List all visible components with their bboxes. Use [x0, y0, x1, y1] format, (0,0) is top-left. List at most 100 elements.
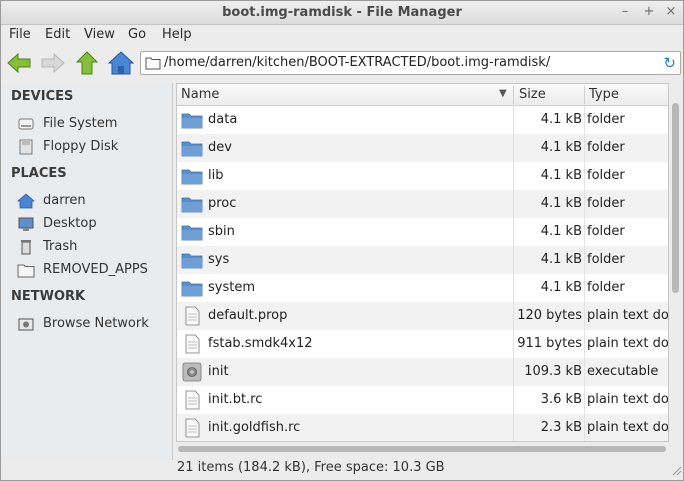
resize-grip-icon[interactable]	[670, 464, 682, 476]
column-divider	[584, 414, 585, 441]
home-button[interactable]	[107, 49, 135, 77]
file-row[interactable]: data 4.1 kB folder	[177, 106, 668, 134]
file-row[interactable]: default.prop 120 bytes plain text doc	[177, 302, 669, 330]
menu-edit[interactable]: Edit	[45, 27, 70, 42]
back-button[interactable]	[5, 49, 33, 77]
text-file-icon	[185, 390, 200, 410]
vertical-scrollbar[interactable]	[669, 83, 683, 442]
sidebar-heading-devices: DEVICES	[11, 89, 74, 104]
close-button[interactable]: ×	[663, 4, 679, 20]
column-divider[interactable]	[584, 86, 585, 104]
file-row[interactable]: system 4.1 kB folder	[177, 274, 668, 302]
file-type: plain text doc	[587, 308, 669, 323]
file-name: sbin	[208, 224, 235, 239]
minimize-button[interactable]: –	[617, 4, 633, 20]
file-manager-window: boot.img-ramdisk - File Manager – + × Fi…	[0, 0, 684, 481]
vertical-scroll-thumb[interactable]	[672, 103, 679, 293]
sidebar-item-browse-network[interactable]: Browse Network	[17, 314, 167, 334]
column-divider[interactable]	[513, 86, 514, 104]
menu-file[interactable]: File	[9, 27, 31, 42]
file-size: 911 bytes	[517, 336, 582, 351]
file-type: executable	[587, 364, 659, 379]
column-header-size[interactable]: Size	[519, 87, 546, 102]
column-divider	[584, 358, 585, 386]
column-divider	[584, 162, 585, 190]
network-icon	[18, 318, 34, 331]
sidebar-heading-network: NETWORK	[11, 289, 86, 304]
file-name: default.prop	[208, 308, 288, 323]
file-name: init.bt.rc	[208, 392, 263, 407]
horizontal-scrollbar[interactable]	[176, 442, 669, 456]
file-size: 120 bytes	[517, 308, 582, 323]
file-row[interactable]: sbin 4.1 kB folder	[177, 218, 668, 246]
sort-descending-icon[interactable]: ▼	[499, 88, 507, 99]
reload-icon[interactable]: ↻	[663, 54, 676, 72]
menu-help[interactable]: Help	[162, 27, 192, 42]
column-divider	[584, 218, 585, 246]
file-row[interactable]: lib 4.1 kB folder	[177, 162, 668, 190]
sidebar-item-floppy-disk[interactable]: Floppy Disk	[17, 137, 167, 157]
menu-go[interactable]: Go	[128, 27, 146, 42]
folder-icon	[181, 197, 203, 213]
file-type: folder	[587, 252, 625, 267]
menu-bar: File Edit View Go Help	[1, 25, 683, 45]
up-button[interactable]	[73, 49, 101, 77]
column-divider	[513, 190, 514, 218]
file-row[interactable]: proc 4.1 kB folder	[177, 190, 668, 218]
forward-arrow-icon	[41, 52, 65, 74]
menu-view[interactable]: View	[84, 27, 115, 42]
desktop-icon	[18, 217, 34, 231]
sidebar-item-label: Trash	[43, 239, 78, 254]
sidebar-item-label: Floppy Disk	[43, 139, 119, 154]
column-divider	[584, 190, 585, 218]
sidebar-item-file-system[interactable]: File System	[17, 114, 167, 134]
file-row[interactable]: init.goldfish.rc 2.3 kB plain text doc	[177, 414, 669, 441]
file-size: 4.1 kB	[540, 224, 582, 239]
column-divider	[513, 414, 514, 441]
sidebar-item-label: REMOVED_APPS	[43, 262, 148, 277]
file-row[interactable]: fstab.smdk4x12 911 bytes plain text doc	[177, 330, 668, 358]
file-row[interactable]: init.bt.rc 3.6 kB plain text doc	[177, 386, 668, 414]
home-icon	[107, 51, 135, 75]
column-divider	[513, 246, 514, 274]
column-divider	[584, 106, 585, 134]
text-file-icon	[185, 334, 200, 354]
sidebar-item-darren[interactable]: darren	[17, 191, 167, 211]
floppy-icon	[19, 139, 33, 155]
location-bar[interactable]: /home/darren/kitchen/BOOT-EXTRACTED/boot…	[140, 51, 681, 75]
text-file-icon	[185, 418, 200, 438]
sidebar-item-desktop[interactable]: Desktop	[17, 214, 167, 234]
file-size: 4.1 kB	[540, 280, 582, 295]
file-size: 3.6 kB	[540, 392, 582, 407]
column-header-type[interactable]: Type	[589, 87, 619, 102]
folder-icon	[181, 169, 203, 185]
sidebar-heading-places: PLACES	[11, 166, 67, 181]
maximize-button[interactable]: +	[641, 4, 657, 20]
title-bar: boot.img-ramdisk - File Manager – + ×	[1, 1, 683, 25]
column-divider	[584, 330, 585, 358]
file-type: folder	[587, 196, 625, 211]
forward-button[interactable]	[39, 49, 67, 77]
file-name: system	[208, 280, 255, 295]
sidebar-item-removed-apps[interactable]: REMOVED_APPS	[17, 260, 167, 280]
file-name: proc	[208, 196, 237, 211]
file-list[interactable]: Name ▼ Size Type data 4.1 kB folder dev 4.1 …	[176, 83, 669, 442]
column-header-name[interactable]: Name	[181, 87, 219, 102]
sidebar-item-trash[interactable]: Trash	[17, 237, 167, 257]
sidebar-item-label: Browse Network	[43, 316, 149, 331]
file-type: plain text doc	[587, 420, 669, 435]
file-size: 4.1 kB	[540, 196, 582, 211]
horizontal-scroll-thumb[interactable]	[178, 446, 666, 452]
column-divider	[513, 330, 514, 358]
file-size: 2.3 kB	[540, 420, 582, 435]
back-arrow-icon	[7, 52, 31, 74]
file-type: folder	[587, 140, 625, 155]
file-row[interactable]: dev 4.1 kB folder	[177, 134, 668, 162]
file-row[interactable]: sys 4.1 kB folder	[177, 246, 668, 274]
folder-icon	[17, 264, 35, 278]
file-type: folder	[587, 168, 625, 183]
column-divider	[584, 386, 585, 414]
location-path[interactable]: /home/darren/kitchen/BOOT-EXTRACTED/boot…	[164, 55, 550, 70]
drive-icon	[18, 118, 34, 130]
file-row[interactable]: init 109.3 kB executable	[177, 358, 668, 386]
